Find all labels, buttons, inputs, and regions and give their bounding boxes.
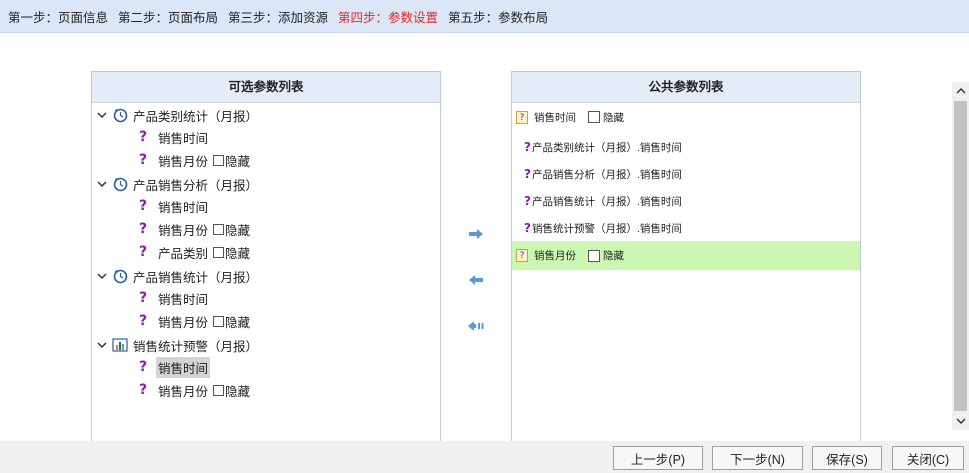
next-step-button[interactable]: 下一步(N) (712, 446, 803, 470)
hide-checkbox[interactable] (588, 249, 600, 262)
item-label: 销售月份 (158, 315, 209, 330)
item-label: 产品类别 (158, 246, 209, 261)
tree-item[interactable]: ? 销售时间 (136, 195, 210, 217)
hide-checkbox[interactable] (213, 154, 225, 166)
question-icon: ? (138, 290, 148, 306)
step-2[interactable]: 第二步：页面布局 (118, 7, 218, 26)
question-icon: ? (138, 152, 148, 168)
reference-label: 产品销售分析（月报）.销售时间 (531, 168, 682, 181)
param-label: 销售时间 (534, 111, 576, 124)
param-reference-row[interactable]: ? 销售统计预警（月报）.销售时间 (512, 217, 860, 239)
tree-group[interactable]: 销售统计预警（月报） (92, 334, 258, 356)
chevron-down-icon[interactable] (96, 270, 108, 282)
tree-item[interactable]: ? 销售时间 (136, 287, 210, 309)
arrow-left-all-icon (468, 321, 484, 331)
scroll-down-icon[interactable] (952, 413, 969, 430)
chart-icon (112, 337, 128, 353)
param-placeholder-icon: ? (516, 110, 528, 124)
tree-group[interactable]: 产品销售统计（月报） (92, 265, 258, 287)
hide-label: 隐藏 (225, 384, 251, 399)
save-button[interactable]: 保存(S) (812, 446, 882, 470)
clock-icon (112, 176, 128, 192)
reference-label: 产品类别统计（月报）.销售时间 (531, 141, 682, 154)
hide-checkbox[interactable] (213, 246, 225, 258)
question-icon: ? (138, 221, 148, 237)
remove-all-from-public-button[interactable] (467, 319, 485, 333)
param-label: 销售月份 (534, 250, 576, 262)
item-label: 销售时间 (158, 292, 209, 307)
step-navigation: 第一步：页面信息 第二步：页面布局 第三步：添加资源 第四步：参数设置 第五步：… (0, 0, 969, 33)
tree-item[interactable]: ? 销售月份 隐藏 (136, 379, 250, 401)
question-icon: ? (138, 129, 148, 145)
reference-label: 产品销售统计（月报）.销售时间 (531, 195, 682, 208)
question-icon: ? (138, 198, 148, 214)
scrollbar-thumb[interactable] (954, 101, 967, 411)
arrow-right-icon (469, 229, 483, 239)
group-label: 产品销售分析（月报） (133, 178, 259, 193)
hide-label: 隐藏 (225, 154, 251, 169)
tree-item[interactable]: ? 销售时间 (136, 126, 210, 148)
item-label: 销售时间 (158, 131, 209, 146)
clock-icon (112, 268, 128, 284)
question-icon: ? (524, 221, 531, 235)
scroll-up-icon[interactable] (952, 82, 969, 99)
group-label: 销售统计预警（月报） (133, 339, 259, 354)
hide-label: 隐藏 (225, 246, 251, 261)
hide-label: 隐藏 (225, 223, 251, 238)
clock-icon (112, 107, 128, 123)
available-params-title: 可选参数列表 (92, 72, 440, 103)
step-3[interactable]: 第三步：添加资源 (228, 7, 328, 26)
step-5[interactable]: 第五步：参数布局 (448, 7, 548, 26)
chevron-down-icon[interactable] (96, 339, 108, 351)
chevron-down-icon[interactable] (96, 178, 108, 190)
question-icon: ? (524, 140, 531, 154)
question-icon: ? (138, 382, 148, 398)
item-label: 销售月份 (158, 154, 209, 169)
question-icon: ? (524, 167, 531, 181)
public-param-row[interactable]: ? 销售时间 隐藏 (512, 106, 860, 128)
available-params-panel: 可选参数列表 产品类别统计（月报） ? 销售时间 ? 销售月份 隐藏 产品销售分… (91, 71, 441, 441)
question-icon: ? (138, 244, 148, 260)
tree-group[interactable]: 产品销售分析（月报） (92, 173, 258, 195)
tree-item[interactable]: ? 销售月份 隐藏 (136, 310, 250, 332)
tree-item[interactable]: ? 销售月份 隐藏 (136, 149, 250, 171)
question-icon: ? (138, 359, 148, 375)
param-reference-row[interactable]: ? 产品销售统计（月报）.销售时间 (512, 190, 860, 212)
item-label: 销售时间 (156, 356, 211, 378)
prev-step-button[interactable]: 上一步(P) (613, 446, 703, 470)
item-label: 销售月份 (158, 384, 209, 399)
hide-checkbox[interactable] (588, 111, 600, 123)
hide-checkbox[interactable] (213, 315, 225, 327)
tree-item[interactable]: ? 产品类别 隐藏 (136, 241, 250, 263)
chevron-down-icon[interactable] (96, 109, 108, 121)
public-params-title: 公共参数列表 (512, 72, 860, 103)
question-icon: ? (524, 194, 531, 208)
item-label: 销售月份 (158, 223, 209, 238)
step-1[interactable]: 第一步：页面信息 (8, 7, 108, 26)
hide-checkbox[interactable] (213, 384, 225, 396)
tree-item[interactable]: ? 销售月份 隐藏 (136, 218, 250, 240)
param-reference-row[interactable]: ? 产品销售分析（月报）.销售时间 (512, 163, 860, 185)
group-label: 产品类别统计（月报） (133, 109, 259, 124)
public-param-row-highlighted[interactable]: ? 销售月份 隐藏 (512, 241, 860, 270)
hide-checkbox[interactable] (213, 223, 225, 235)
param-placeholder-icon: ? (516, 249, 528, 262)
question-icon: ? (138, 313, 148, 329)
add-to-public-button[interactable] (467, 227, 485, 241)
item-label: 销售时间 (158, 200, 209, 215)
tree-group[interactable]: 产品类别统计（月报） (92, 104, 258, 126)
group-label: 产品销售统计（月报） (133, 270, 259, 285)
remove-from-public-button[interactable] (467, 273, 485, 287)
hide-label: 隐藏 (225, 315, 251, 330)
arrow-left-icon (469, 275, 483, 285)
vertical-scrollbar[interactable] (952, 82, 969, 430)
hide-label: 隐藏 (603, 111, 624, 124)
close-button[interactable]: 关闭(C) (892, 446, 964, 470)
hide-label: 隐藏 (603, 250, 624, 262)
step-4-current[interactable]: 第四步：参数设置 (338, 7, 438, 26)
tree-item-selected[interactable]: ? 销售时间 (136, 356, 211, 378)
public-params-panel: 公共参数列表 ? 销售时间 隐藏 ? 产品类别统计（月报）.销售时间 ? 产品销… (511, 71, 861, 441)
param-reference-row[interactable]: ? 产品类别统计（月报）.销售时间 (512, 136, 860, 158)
reference-label: 销售统计预警（月报）.销售时间 (531, 222, 682, 235)
